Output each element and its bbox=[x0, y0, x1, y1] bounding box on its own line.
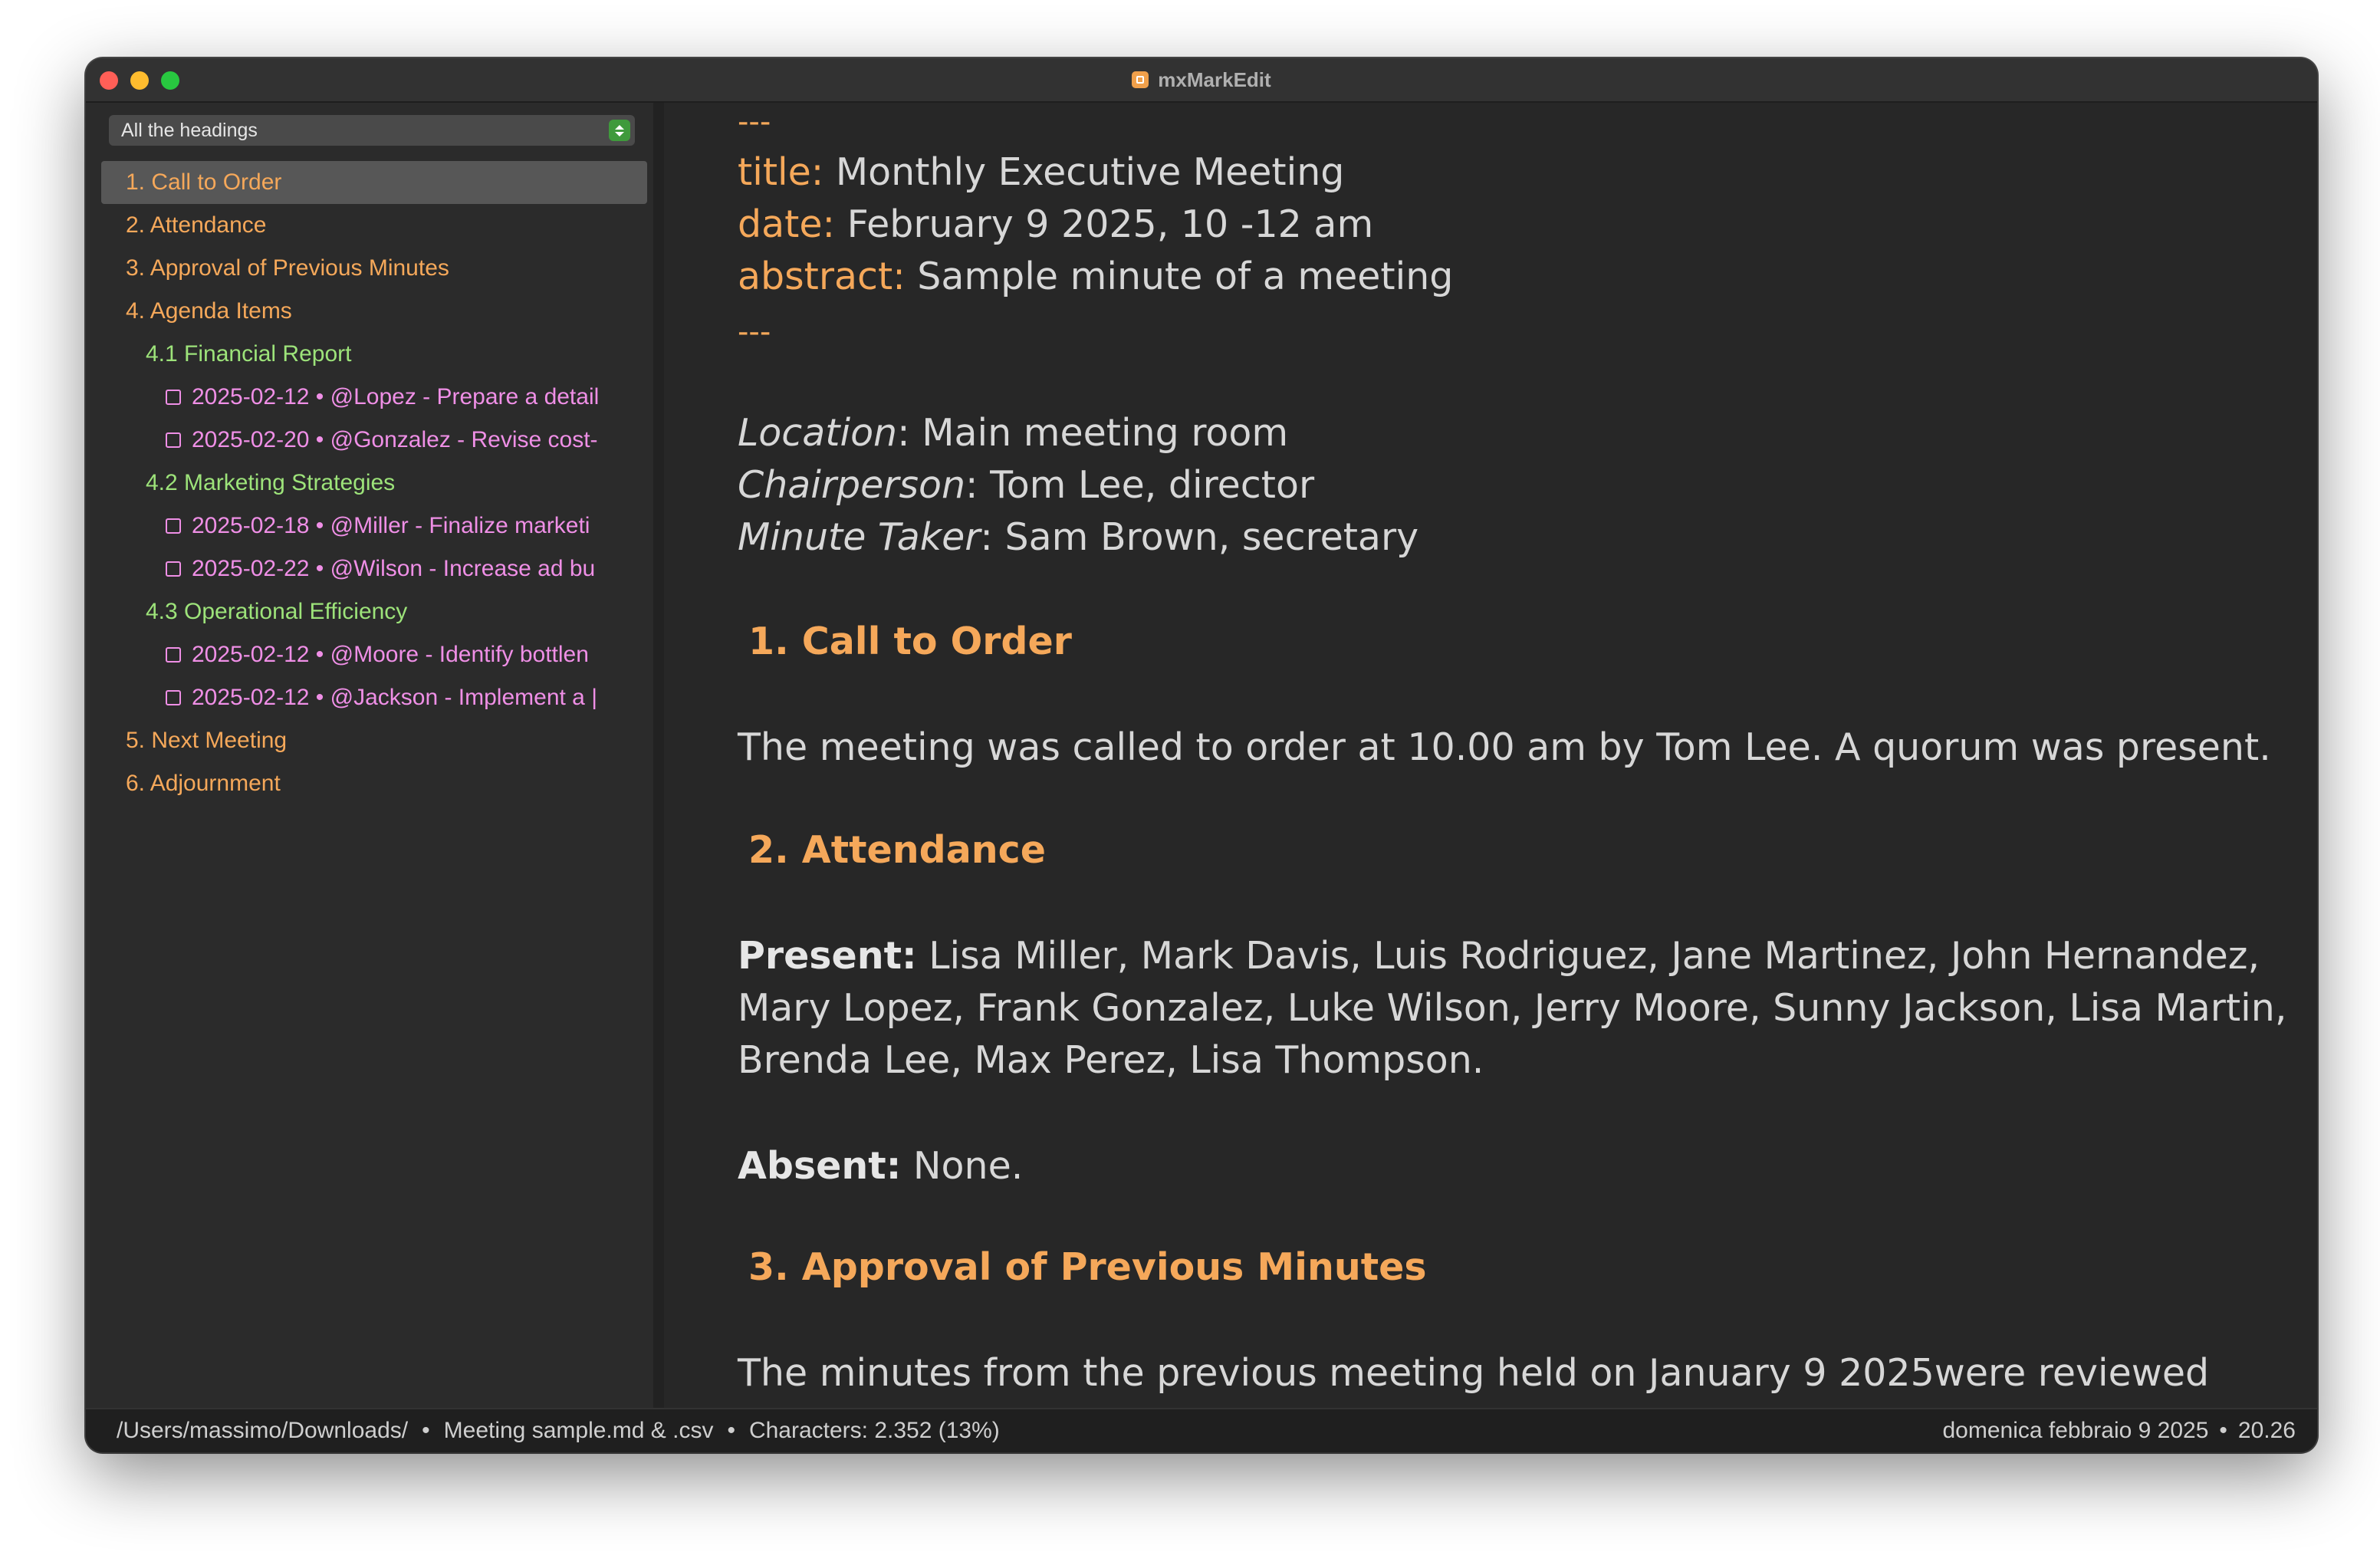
app-window: mxMarkEdit All the headings 1. Call to O… bbox=[86, 58, 2317, 1452]
meta-key: Minute Taker bbox=[738, 515, 981, 559]
separator-dot: • bbox=[2219, 1418, 2227, 1443]
outline-heading-item[interactable]: 3. Approval of Previous Minutes bbox=[101, 247, 647, 290]
meta-value: : Main meeting room bbox=[897, 411, 1289, 455]
outline-item-label: 2025-02-22 • @Wilson - Increase ad bu bbox=[192, 556, 596, 581]
heading-approval-previous-minutes: 3. Approval of Previous Minutes bbox=[748, 1245, 1427, 1289]
meta-minute-taker: Minute Taker: Sam Brown, secretary bbox=[738, 515, 1418, 559]
outline-item-label: 2025-02-18 • @Miller - Finalize marketi bbox=[192, 513, 590, 538]
present-names: Lisa Miller, Mark Davis, Luis Rodriguez,… bbox=[916, 934, 2260, 978]
outline-task-item[interactable]: 2025-02-12 • @Jackson - Implement a | bbox=[101, 676, 647, 719]
outline-subheading-item[interactable]: 4.2 Marketing Strategies bbox=[101, 462, 647, 505]
heading-call-to-order: 1. Call to Order bbox=[748, 620, 1072, 663]
outline-heading-item[interactable]: 1. Call to Order bbox=[101, 161, 647, 204]
outline-item-label: 2025-02-12 • @Jackson - Implement a | bbox=[192, 685, 597, 710]
present-line-1: Present: Lisa Miller, Mark Davis, Luis R… bbox=[738, 934, 2260, 978]
separator-dot: • bbox=[727, 1418, 735, 1443]
meta-value: : Sam Brown, secretary bbox=[980, 515, 1419, 559]
chevron-up-icon bbox=[615, 124, 624, 130]
heading-filter-dropdown[interactable]: All the headings bbox=[109, 115, 635, 146]
sidebar-splitter[interactable] bbox=[653, 103, 664, 1408]
task-checkbox-icon[interactable] bbox=[166, 647, 181, 663]
outline-item-label: 4.1 Financial Report bbox=[146, 341, 352, 367]
absent-line: Absent: None. bbox=[738, 1144, 1023, 1188]
outline-task-item[interactable]: 2025-02-20 • @Gonzalez - Revise cost- bbox=[101, 419, 647, 462]
outline-task-item[interactable]: 2025-02-22 • @Wilson - Increase ad bu bbox=[101, 547, 647, 590]
task-checkbox-icon[interactable] bbox=[166, 390, 181, 405]
frontmatter-key: date: bbox=[738, 202, 835, 246]
outline-subheading-item[interactable]: 4.3 Operational Efficiency bbox=[101, 590, 647, 633]
outline-heading-item[interactable]: 2. Attendance bbox=[101, 204, 647, 247]
outline-heading-item[interactable]: 4. Agenda Items bbox=[101, 290, 647, 333]
meta-key: Location bbox=[738, 411, 898, 455]
status-filename: Meeting sample.md & .csv bbox=[443, 1418, 714, 1443]
frontmatter-date: date: February 9 2025, 10 -12 am bbox=[738, 202, 1373, 246]
absent-label: Absent: bbox=[738, 1144, 902, 1188]
outline-item-label: 2025-02-12 • @Moore - Identify bottlen bbox=[192, 642, 589, 667]
task-checkbox-icon[interactable] bbox=[166, 561, 181, 577]
status-date: domenica febbraio 9 2025 bbox=[1942, 1418, 2209, 1443]
status-bar: /Users/massimo/Downloads/ • Meeting samp… bbox=[86, 1408, 2317, 1452]
outline-task-item[interactable]: 2025-02-12 • @Moore - Identify bottlen bbox=[101, 633, 647, 676]
window-title: mxMarkEdit bbox=[1158, 67, 1271, 91]
frontmatter-delimiter-open: --- bbox=[738, 104, 771, 140]
frontmatter-abstract: abstract: Sample minute of a meeting bbox=[738, 255, 1453, 298]
dropdown-stepper-icon[interactable] bbox=[609, 120, 630, 141]
present-line-3: Brenda Lee, Max Perez, Lisa Thompson. bbox=[738, 1038, 1484, 1082]
paragraph-approval: The minutes from the previous meeting he… bbox=[738, 1351, 2210, 1395]
frontmatter-key: title: bbox=[738, 150, 824, 194]
present-line-2: Mary Lopez, Frank Gonzalez, Luke Wilson,… bbox=[738, 986, 2287, 1030]
outline-heading-item[interactable]: 5. Next Meeting bbox=[101, 719, 647, 762]
outline-item-label: 2025-02-12 • @Lopez - Prepare a detail bbox=[192, 384, 600, 409]
task-checkbox-icon[interactable] bbox=[166, 432, 181, 448]
outline-list: 1. Call to Order 2. Attendance 3. Approval… bbox=[101, 161, 647, 805]
outline-task-item[interactable]: 2025-02-18 • @Miller - Finalize marketi bbox=[101, 505, 647, 547]
outline-item-label: 4.2 Marketing Strategies bbox=[146, 470, 396, 495]
frontmatter-value: Sample minute of a meeting bbox=[905, 255, 1454, 298]
outline-item-label: 4.3 Operational Efficiency bbox=[146, 599, 408, 624]
task-checkbox-icon[interactable] bbox=[166, 690, 181, 705]
heading-attendance: 2. Attendance bbox=[748, 828, 1046, 872]
frontmatter-value: February 9 2025, 10 -12 am bbox=[835, 202, 1374, 246]
outline-item-label: 3. Approval of Previous Minutes bbox=[126, 255, 449, 281]
window-title-group: mxMarkEdit bbox=[86, 58, 2317, 101]
outline-heading-item[interactable]: 6. Adjournment bbox=[101, 762, 647, 805]
paragraph-call-to-order: The meeting was called to order at 10.00… bbox=[738, 725, 2271, 769]
status-time: 20.26 bbox=[2237, 1418, 2296, 1443]
outline-task-item[interactable]: 2025-02-12 • @Lopez - Prepare a detail bbox=[101, 376, 647, 419]
outline-item-label: 5. Next Meeting bbox=[126, 728, 288, 753]
meta-location: Location: Main meeting room bbox=[738, 411, 1288, 455]
outline-item-label: 2. Attendance bbox=[126, 212, 267, 238]
heading-filter-value: All the headings bbox=[121, 119, 258, 141]
outline-item-label: 4. Agenda Items bbox=[126, 298, 292, 324]
title-bar: mxMarkEdit bbox=[86, 58, 2317, 103]
frontmatter-key: abstract: bbox=[738, 255, 906, 298]
markdown-editor[interactable]: --- title: Monthly Executive Meeting dat… bbox=[664, 103, 2317, 1408]
outline-item-label: 1. Call to Order bbox=[126, 169, 282, 195]
outline-sidebar: All the headings 1. Call to Order 2. Atte… bbox=[86, 103, 653, 1408]
frontmatter-value: Monthly Executive Meeting bbox=[823, 150, 1345, 194]
meta-chairperson: Chairperson: Tom Lee, director bbox=[738, 463, 1314, 507]
outline-item-label: 2025-02-20 • @Gonzalez - Revise cost- bbox=[192, 427, 598, 452]
outline-item-label: 6. Adjournment bbox=[126, 771, 281, 796]
separator-dot: • bbox=[422, 1418, 430, 1443]
meta-key: Chairperson bbox=[738, 463, 966, 507]
absent-value: None. bbox=[901, 1144, 1024, 1188]
app-document-icon bbox=[1132, 71, 1149, 88]
present-label: Present: bbox=[738, 934, 917, 978]
frontmatter-title: title: Monthly Executive Meeting bbox=[738, 150, 1344, 194]
status-character-count: Characters: 2.352 (13%) bbox=[748, 1418, 1000, 1443]
status-path: /Users/massimo/Downloads/ bbox=[117, 1418, 409, 1443]
chevron-down-icon bbox=[615, 131, 624, 136]
meta-value: : Tom Lee, director bbox=[965, 463, 1315, 507]
frontmatter-delimiter-close: --- bbox=[738, 314, 771, 350]
outline-subheading-item[interactable]: 4.1 Financial Report bbox=[101, 333, 647, 376]
task-checkbox-icon[interactable] bbox=[166, 518, 181, 534]
